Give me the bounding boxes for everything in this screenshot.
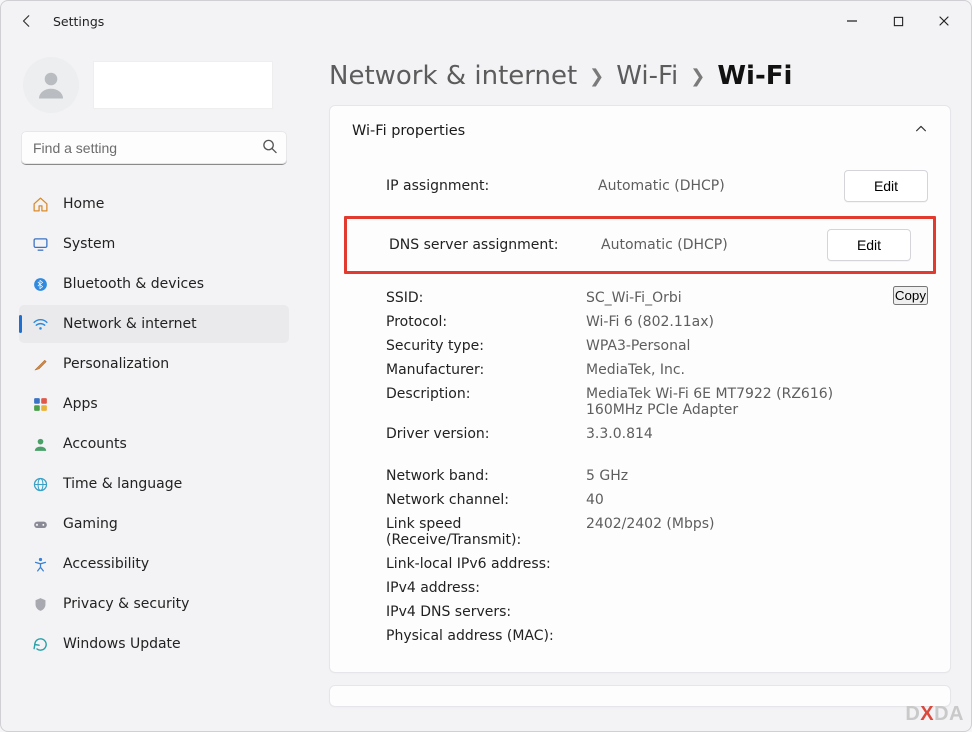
sidebar-item-label: Bluetooth & devices: [63, 276, 204, 292]
card-title: Wi-Fi properties: [352, 123, 465, 139]
chevron-up-icon: [914, 122, 928, 140]
sidebar-item-apps[interactable]: Apps: [19, 385, 289, 423]
sidebar-item-personalization[interactable]: Personalization: [19, 345, 289, 383]
ip-assignment-row: IP assignment: Automatic (DHCP) Edit: [330, 160, 950, 212]
kv-driver-version: Driver version:3.3.0.814: [386, 422, 893, 446]
breadcrumb: Network & internet ❯ Wi-Fi ❯ Wi-Fi: [329, 51, 951, 105]
sidebar-item-accessibility[interactable]: Accessibility: [19, 545, 289, 583]
person-icon: [31, 435, 49, 453]
shield-icon: [31, 595, 49, 613]
nav-list: Home System Bluetooth & devices Network …: [19, 185, 289, 663]
back-button[interactable]: [19, 13, 35, 29]
dns-assignment-label: DNS server assignment:: [389, 237, 589, 253]
sidebar-item-label: Accounts: [63, 436, 127, 452]
breadcrumb-root[interactable]: Network & internet: [329, 61, 577, 91]
globe-icon: [31, 475, 49, 493]
kv-ipv4-address: IPv4 address:: [386, 576, 928, 600]
sidebar-item-time-language[interactable]: Time & language: [19, 465, 289, 503]
wifi-properties-card: Wi-Fi properties IP assignment: Automati…: [329, 105, 951, 673]
sidebar-item-gaming[interactable]: Gaming: [19, 505, 289, 543]
search-icon: [262, 139, 277, 158]
kv-ipv6-linklocal: Link-local IPv6 address:: [386, 552, 928, 576]
property-group-1: SSID:SC_Wi-Fi_Orbi Protocol:Wi-Fi 6 (802…: [386, 286, 893, 446]
kv-band: Network band:5 GHz: [386, 464, 928, 488]
dns-highlight: DNS server assignment: Automatic (DHCP) …: [344, 216, 936, 274]
sidebar-item-system[interactable]: System: [19, 225, 289, 263]
kv-link-speed: Link speed (Receive/Transmit):2402/2402 …: [386, 512, 928, 552]
next-card-peek: [329, 685, 951, 707]
kv-protocol: Protocol:Wi-Fi 6 (802.11ax): [386, 310, 893, 334]
kv-channel: Network channel:40: [386, 488, 928, 512]
apps-icon: [31, 395, 49, 413]
kv-mac: Physical address (MAC):: [386, 624, 928, 648]
sidebar-item-label: Personalization: [63, 356, 169, 372]
search-box[interactable]: [21, 131, 287, 165]
kv-security: Security type:WPA3-Personal: [386, 334, 893, 358]
sidebar-item-bluetooth[interactable]: Bluetooth & devices: [19, 265, 289, 303]
maximize-button[interactable]: [875, 5, 921, 37]
sidebar-item-label: Gaming: [63, 516, 118, 532]
edit-ip-button[interactable]: Edit: [844, 170, 928, 202]
dns-assignment-row: DNS server assignment: Automatic (DHCP) …: [347, 219, 933, 271]
kv-description: Description:MediaTek Wi-Fi 6E MT7922 (RZ…: [386, 382, 893, 422]
accessibility-icon: [31, 555, 49, 573]
system-icon: [31, 235, 49, 253]
sidebar-item-label: Accessibility: [63, 556, 149, 572]
copy-button[interactable]: Copy: [893, 286, 928, 305]
sidebar-item-label: Time & language: [63, 476, 182, 492]
kv-manufacturer: Manufacturer:MediaTek, Inc.: [386, 358, 893, 382]
paintbrush-icon: [31, 355, 49, 373]
sidebar-item-home[interactable]: Home: [19, 185, 289, 223]
profile-area[interactable]: [19, 51, 289, 119]
breadcrumb-current: Wi-Fi: [717, 61, 792, 91]
profile-name-placeholder: [93, 61, 273, 109]
sidebar-item-network[interactable]: Network & internet: [19, 305, 289, 343]
ip-assignment-label: IP assignment:: [386, 178, 586, 194]
avatar: [23, 57, 79, 113]
edit-dns-button[interactable]: Edit: [827, 229, 911, 261]
sidebar-item-privacy[interactable]: Privacy & security: [19, 585, 289, 623]
bluetooth-icon: [31, 275, 49, 293]
sidebar-item-label: Home: [63, 196, 104, 212]
wifi-icon: [31, 315, 49, 333]
window-title: Settings: [53, 14, 104, 29]
chevron-right-icon: ❯: [589, 66, 604, 87]
minimize-button[interactable]: [829, 5, 875, 37]
ip-assignment-value: Automatic (DHCP): [598, 178, 832, 194]
dns-assignment-value: Automatic (DHCP): [601, 237, 815, 253]
chevron-right-icon: ❯: [690, 66, 705, 87]
search-input[interactable]: [21, 131, 287, 165]
home-icon: [31, 195, 49, 213]
sidebar-item-windows-update[interactable]: Windows Update: [19, 625, 289, 663]
sidebar-item-label: Privacy & security: [63, 596, 189, 612]
gamepad-icon: [31, 515, 49, 533]
sidebar-item-label: System: [63, 236, 115, 252]
sidebar-item-label: Network & internet: [63, 316, 197, 332]
close-button[interactable]: [921, 5, 967, 37]
property-group-2: Network band:5 GHz Network channel:40 Li…: [330, 460, 950, 654]
breadcrumb-mid[interactable]: Wi-Fi: [616, 61, 678, 91]
kv-ssid: SSID:SC_Wi-Fi_Orbi: [386, 286, 893, 310]
update-icon: [31, 635, 49, 653]
sidebar-item-accounts[interactable]: Accounts: [19, 425, 289, 463]
sidebar-item-label: Windows Update: [63, 636, 181, 652]
kv-ipv4-dns: IPv4 DNS servers:: [386, 600, 928, 624]
sidebar-item-label: Apps: [63, 396, 98, 412]
card-header[interactable]: Wi-Fi properties: [330, 106, 950, 156]
